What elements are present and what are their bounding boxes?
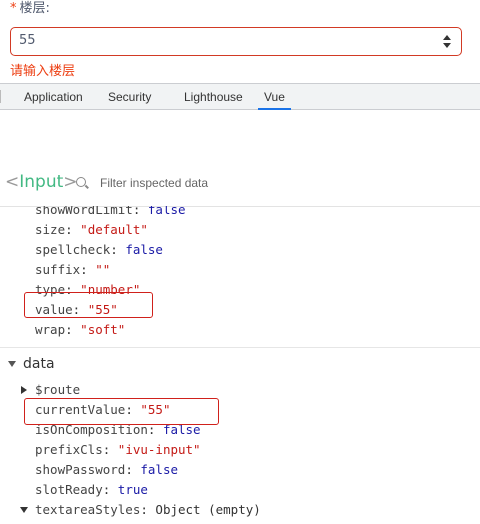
required-mark: * [10, 1, 17, 16]
currentvalue-highlight-box [24, 398, 219, 425]
section-divider [0, 347, 480, 348]
devtools-tab-bar: Application Security Lighthouse Vue [0, 83, 480, 110]
data-row[interactable]: slotReady: true [35, 480, 148, 500]
validation-error-message: 请输入楼层 [10, 64, 76, 79]
collapse-arrow-icon[interactable] [8, 361, 16, 367]
filter-inspected-data-input[interactable] [100, 174, 400, 192]
prop-row[interactable]: wrap: "soft" [35, 320, 125, 340]
data-row[interactable]: showPassword: false [35, 460, 178, 480]
data-section-header[interactable]: data [8, 354, 55, 374]
prop-row[interactable]: showWordLimit: false [35, 206, 186, 220]
tab-security[interactable]: Security [108, 84, 151, 110]
vue-toolbar-area [0, 110, 480, 159]
increment-arrow-icon[interactable] [443, 35, 451, 40]
tab-divider [0, 90, 1, 103]
value-highlight-box [24, 292, 153, 318]
floor-input-value[interactable]: 55 [19, 33, 36, 48]
number-stepper[interactable] [443, 34, 453, 50]
tab-application[interactable]: Application [24, 84, 83, 110]
floor-label-text: 楼层: [19, 1, 50, 16]
tab-lighthouse[interactable]: Lighthouse [184, 84, 243, 110]
data-row-route[interactable]: $route [35, 380, 80, 400]
expand-arrow-icon[interactable] [21, 386, 27, 394]
floor-label: * 楼层: [10, 0, 50, 18]
prop-row[interactable]: spellcheck: false [35, 240, 163, 260]
floor-number-input[interactable]: 55 [10, 27, 462, 56]
expanded-arrow-icon[interactable] [20, 507, 28, 513]
prop-row[interactable]: suffix: "" [35, 260, 110, 280]
tab-vue[interactable]: Vue [258, 84, 291, 110]
decrement-arrow-icon[interactable] [443, 43, 451, 48]
selected-component-name: <Input> [5, 172, 78, 192]
data-row[interactable]: prefixCls: "ivu-input" [35, 440, 201, 460]
prop-row[interactable]: size: "default" [35, 220, 148, 240]
search-icon [76, 177, 86, 187]
data-row-textareastyles[interactable]: textareaStyles: Object (empty) [35, 500, 261, 520]
props-list: showWordLimit: false size: "default" spe… [0, 206, 480, 346]
